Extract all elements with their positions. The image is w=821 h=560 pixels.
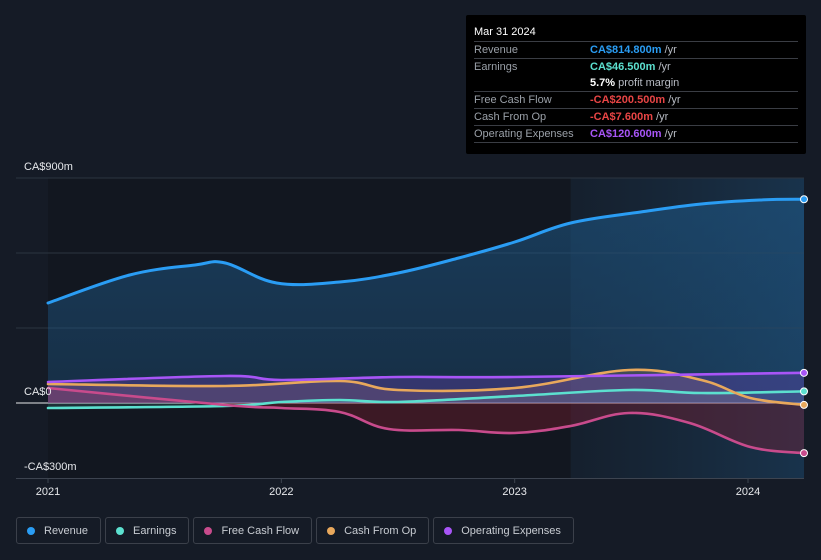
tooltip-label: Revenue	[474, 44, 519, 56]
tooltip-row: Operating Expenses CA$120.600m /yr	[474, 125, 798, 143]
x-tick-label: 2023	[502, 486, 526, 498]
y-tick-label: -CA$300m	[24, 461, 77, 473]
tooltip-label: Operating Expenses	[474, 128, 574, 140]
x-tick-label: 2022	[269, 486, 293, 498]
legend: Revenue Earnings Free Cash Flow Cash From O…	[16, 517, 574, 544]
legend-dot-icon	[116, 526, 125, 535]
tooltip-value: CA$46.500m /yr	[590, 61, 671, 73]
legend-item-cash-from-op[interactable]: Cash From Op	[316, 517, 430, 544]
tooltip-row: 5.7% profit margin	[474, 75, 798, 91]
tooltip-value: -CA$7.600m /yr	[590, 111, 669, 123]
endpoint-earnings	[800, 387, 808, 396]
tooltip-row: Earnings CA$46.500m /yr	[474, 58, 798, 75]
legend-dot-icon	[327, 526, 336, 535]
tooltip-row: Revenue CA$814.800m /yr	[474, 41, 798, 58]
tooltip-value: CA$120.600m /yr	[590, 128, 677, 140]
tooltip-value: -CA$200.500m /yr	[590, 94, 681, 106]
legend-dot-icon	[444, 526, 453, 535]
legend-label: Earnings	[133, 524, 177, 537]
tooltip-label	[474, 75, 590, 91]
legend-dot-icon	[27, 526, 35, 535]
tooltip-panel: Mar 31 2024 Revenue CA$814.800m /yr Earnin…	[466, 15, 806, 154]
tooltip-value: CA$814.800m /yr	[590, 44, 677, 56]
legend-label: Free Cash Flow	[221, 524, 300, 537]
x-tick-label: 2024	[736, 486, 760, 498]
endpoint-free-cash-flow	[800, 449, 808, 458]
tooltip-value: 5.7% profit margin	[590, 77, 680, 89]
x-axis: 2021 2022 2023 2024	[16, 478, 804, 498]
legend-dot-icon	[204, 526, 213, 535]
tooltip-label: Earnings	[474, 61, 518, 73]
tooltip-row: Free Cash Flow -CA$200.500m /yr	[474, 91, 798, 108]
tooltip-label: Cash From Op	[474, 111, 547, 123]
legend-item-revenue[interactable]: Revenue	[16, 517, 102, 544]
y-tick-label: CA$900m	[24, 161, 73, 173]
legend-item-earnings[interactable]: Earnings	[105, 517, 190, 544]
legend-label: Revenue	[44, 524, 89, 537]
endpoint-revenue	[800, 195, 808, 204]
y-tick-label: CA$0	[24, 386, 52, 398]
endpoint-cash-from-op	[800, 400, 808, 409]
x-tick-label: 2021	[36, 486, 60, 498]
legend-label: Cash From Op	[344, 524, 417, 537]
legend-label: Operating Expenses	[461, 524, 561, 537]
legend-item-free-cash-flow[interactable]: Free Cash Flow	[193, 517, 313, 544]
legend-item-operating-expenses[interactable]: Operating Expenses	[433, 517, 574, 544]
tooltip-row: Cash From Op -CA$7.600m /yr	[474, 108, 798, 125]
endpoint-operating-expenses	[800, 368, 808, 377]
tooltip-date: Mar 31 2024	[474, 26, 536, 38]
tooltip-label: Free Cash Flow	[474, 94, 552, 106]
